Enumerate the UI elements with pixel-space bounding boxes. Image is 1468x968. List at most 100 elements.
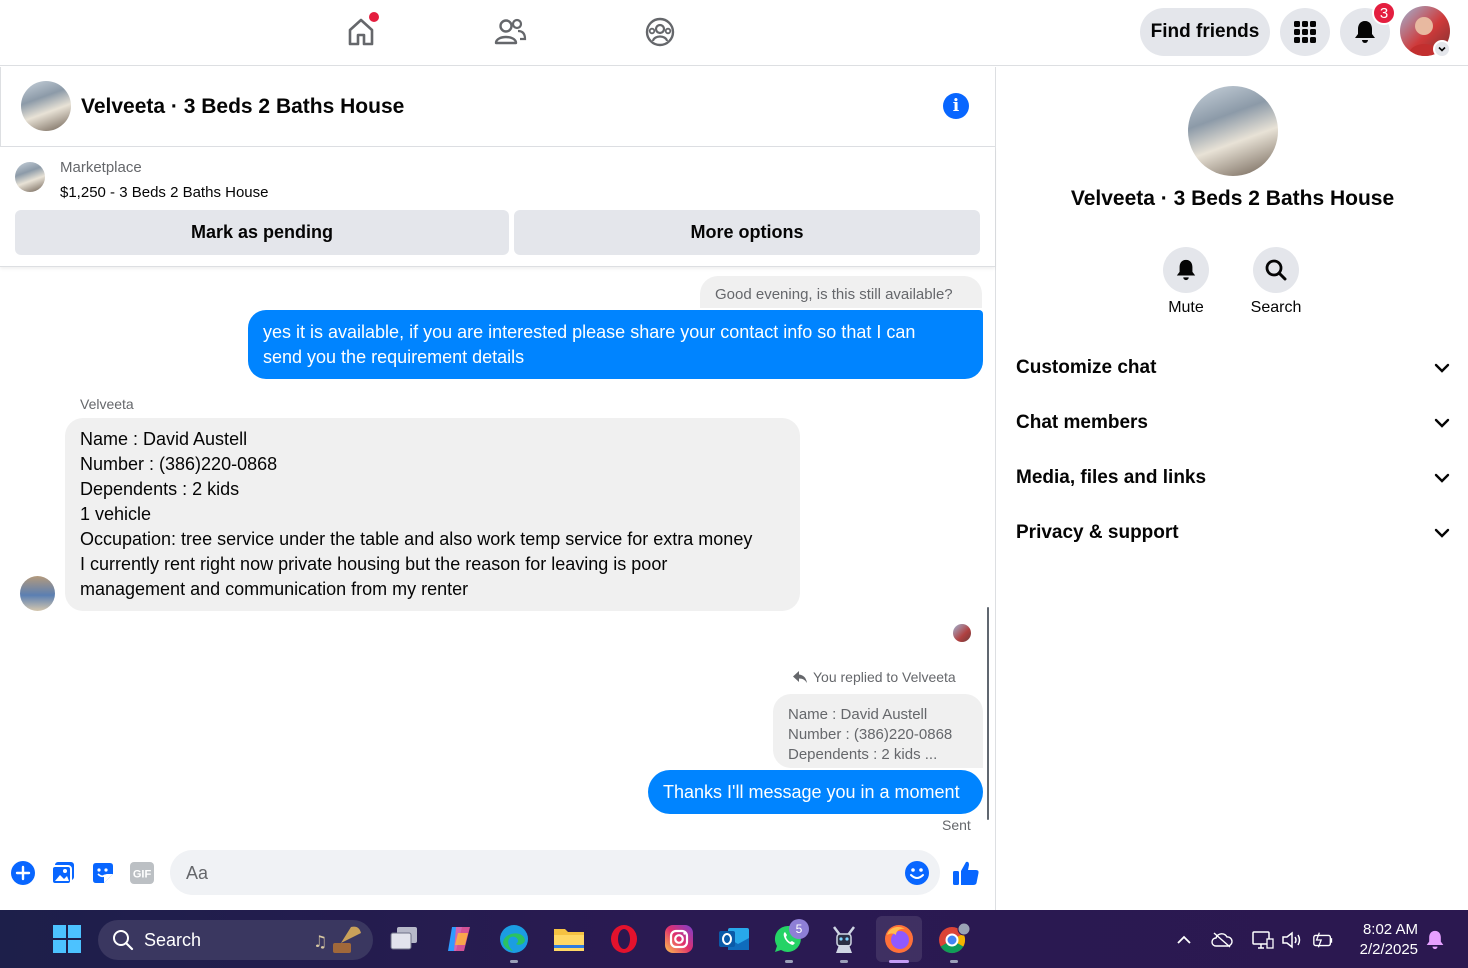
photo-icon[interactable] <box>49 859 77 887</box>
customize-chat-section[interactable]: Customize chat <box>1016 353 1450 383</box>
home-icon[interactable] <box>341 12 381 52</box>
copilot-icon[interactable] <box>441 921 477 957</box>
windows-logo-icon <box>53 925 81 953</box>
running-indicator <box>840 960 848 963</box>
chat-members-section[interactable]: Chat members <box>1016 408 1450 438</box>
mute-label: Mute <box>1168 299 1204 316</box>
taskbar-search-label: Search <box>144 929 202 950</box>
chevron-up-icon[interactable] <box>1173 929 1195 951</box>
incoming-message[interactable]: Name : David Austell Number : (386)220-0… <box>65 418 800 611</box>
media-files-links-section[interactable]: Media, files and links <box>1016 463 1450 493</box>
edge-browser-icon[interactable] <box>496 921 532 957</box>
more-options-button[interactable]: More options <box>514 210 980 255</box>
active-indicator <box>889 960 909 963</box>
marketplace-listing-bar: Marketplace $1,250 - 3 Beds 2 Baths Hous… <box>0 147 995 267</box>
replied-message-quote[interactable]: Name : David Austell Number : (386)220-0… <box>773 694 983 768</box>
incoming-message-partial[interactable]: Good evening, is this still available? <box>700 276 982 308</box>
running-indicator <box>785 960 793 963</box>
emoji-icon[interactable] <box>903 859 931 887</box>
message-input[interactable]: Aa <box>170 850 940 895</box>
battery-icon[interactable] <box>1312 929 1334 951</box>
seen-by-avatar <box>953 624 971 642</box>
bell-icon <box>1355 21 1375 43</box>
groups-icon-graphic <box>645 17 675 47</box>
copilot-graphic <box>448 927 470 951</box>
sender-avatar[interactable] <box>20 576 55 611</box>
listing-large-avatar[interactable] <box>1188 86 1278 176</box>
whatsapp-unread-badge: 5 <box>789 919 809 939</box>
message-text-line: I currently rent right now private housi… <box>80 554 668 574</box>
message-composer: GIF Aa <box>0 842 995 910</box>
outgoing-message[interactable]: yes it is available, if you are interest… <box>248 310 983 379</box>
sticker-icon[interactable] <box>89 859 117 887</box>
volume-icon[interactable] <box>1281 929 1303 951</box>
chrome-icon[interactable] <box>936 921 972 957</box>
system-clock[interactable]: 8:02 AM 2/2/2025 <box>1348 920 1418 960</box>
privacy-support-section[interactable]: Privacy & support <box>1016 518 1450 548</box>
network-icon[interactable] <box>1252 929 1274 951</box>
cloud-offline-graphic <box>1211 932 1233 948</box>
sticker-graphic <box>93 863 113 883</box>
running-indicator <box>950 960 958 963</box>
message-text-line: Dependents : 2 kids <box>80 479 240 499</box>
outlook-icon[interactable] <box>716 921 752 957</box>
file-explorer-icon[interactable] <box>551 921 587 957</box>
find-friends-button[interactable]: Find friends <box>1140 8 1270 56</box>
chat-title[interactable]: Velveeta · 3 Beds 2 Baths House <box>81 95 404 119</box>
instagram-icon[interactable] <box>661 921 697 957</box>
quote-line: Number : (386)220-0868 <box>788 726 953 743</box>
edge-graphic <box>500 925 528 953</box>
groups-icon[interactable] <box>640 12 680 52</box>
friends-icon[interactable] <box>490 12 530 52</box>
message-text-line: yes it is available, if you are interest… <box>263 322 916 342</box>
clock-date: 2/2/2025 <box>1359 941 1418 958</box>
notifications-button[interactable]: 3 <box>1340 1 1396 56</box>
info-icon[interactable]: i <box>943 93 969 119</box>
search-label: Search <box>1250 299 1302 316</box>
mark-as-pending-button[interactable]: Mark as pending <box>15 210 509 255</box>
search-highlight-gramophone-icon: ♫ <box>313 926 361 953</box>
menu-grid-button[interactable] <box>1280 8 1330 56</box>
listing-price-title[interactable]: $1,250 - 3 Beds 2 Baths House <box>60 184 268 201</box>
clock-time: 8:02 AM <box>1362 921 1418 938</box>
listing-thumbnail[interactable] <box>15 162 45 192</box>
grid-icon <box>1294 21 1316 43</box>
taskbar-search-box[interactable]: Search ♫ <box>98 920 373 960</box>
account-menu-chevron[interactable] <box>1433 40 1451 58</box>
gallery-graphic <box>51 862 74 885</box>
reply-indicator: You replied to Velveeta <box>793 669 956 685</box>
mute-button[interactable] <box>1163 247 1209 293</box>
plus-circle-graphic <box>11 861 35 885</box>
robot-app-icon[interactable] <box>826 921 862 957</box>
friends-icon-graphic <box>494 18 527 45</box>
speaker-graphic <box>1282 931 1301 949</box>
search-icon <box>1265 259 1287 281</box>
start-button[interactable] <box>49 921 85 957</box>
opera-browser-icon[interactable] <box>606 921 642 957</box>
message-text-line: Number : (386)220-0868 <box>80 454 278 474</box>
chevron-down-icon <box>1434 473 1450 483</box>
quote-line: Name : David Austell <box>788 706 928 723</box>
reply-label-text: You replied to Velveeta <box>813 669 956 685</box>
svg-text:GIF: GIF <box>133 869 152 881</box>
search-conversation-button[interactable] <box>1253 247 1299 293</box>
network-graphic <box>1252 931 1274 949</box>
opera-graphic <box>611 925 637 953</box>
task-view-icon[interactable] <box>386 921 422 957</box>
outgoing-message-reply[interactable]: Thanks I'll message you in a moment <box>648 770 983 814</box>
scrollbar[interactable] <box>987 607 989 820</box>
like-icon[interactable] <box>952 859 980 887</box>
chrome-graphic <box>939 922 971 954</box>
chevron-down-icon <box>1438 46 1446 52</box>
message-text-line: 1 vehicle <box>80 504 152 524</box>
quote-line: Dependents : 2 kids ... <box>788 746 938 763</box>
gif-icon[interactable]: GIF <box>128 859 156 887</box>
listing-avatar[interactable] <box>21 81 71 131</box>
add-icon[interactable] <box>9 859 37 887</box>
firefox-icon[interactable] <box>881 921 917 957</box>
notification-center-icon[interactable] <box>1424 929 1446 951</box>
top-navigation-bar: Find friends 3 <box>0 0 1468 66</box>
chevron-down-icon <box>1434 418 1450 428</box>
onedrive-icon[interactable] <box>1211 929 1233 951</box>
conversation-info-panel: Velveeta · 3 Beds 2 Baths House Mute Sea… <box>997 67 1468 910</box>
